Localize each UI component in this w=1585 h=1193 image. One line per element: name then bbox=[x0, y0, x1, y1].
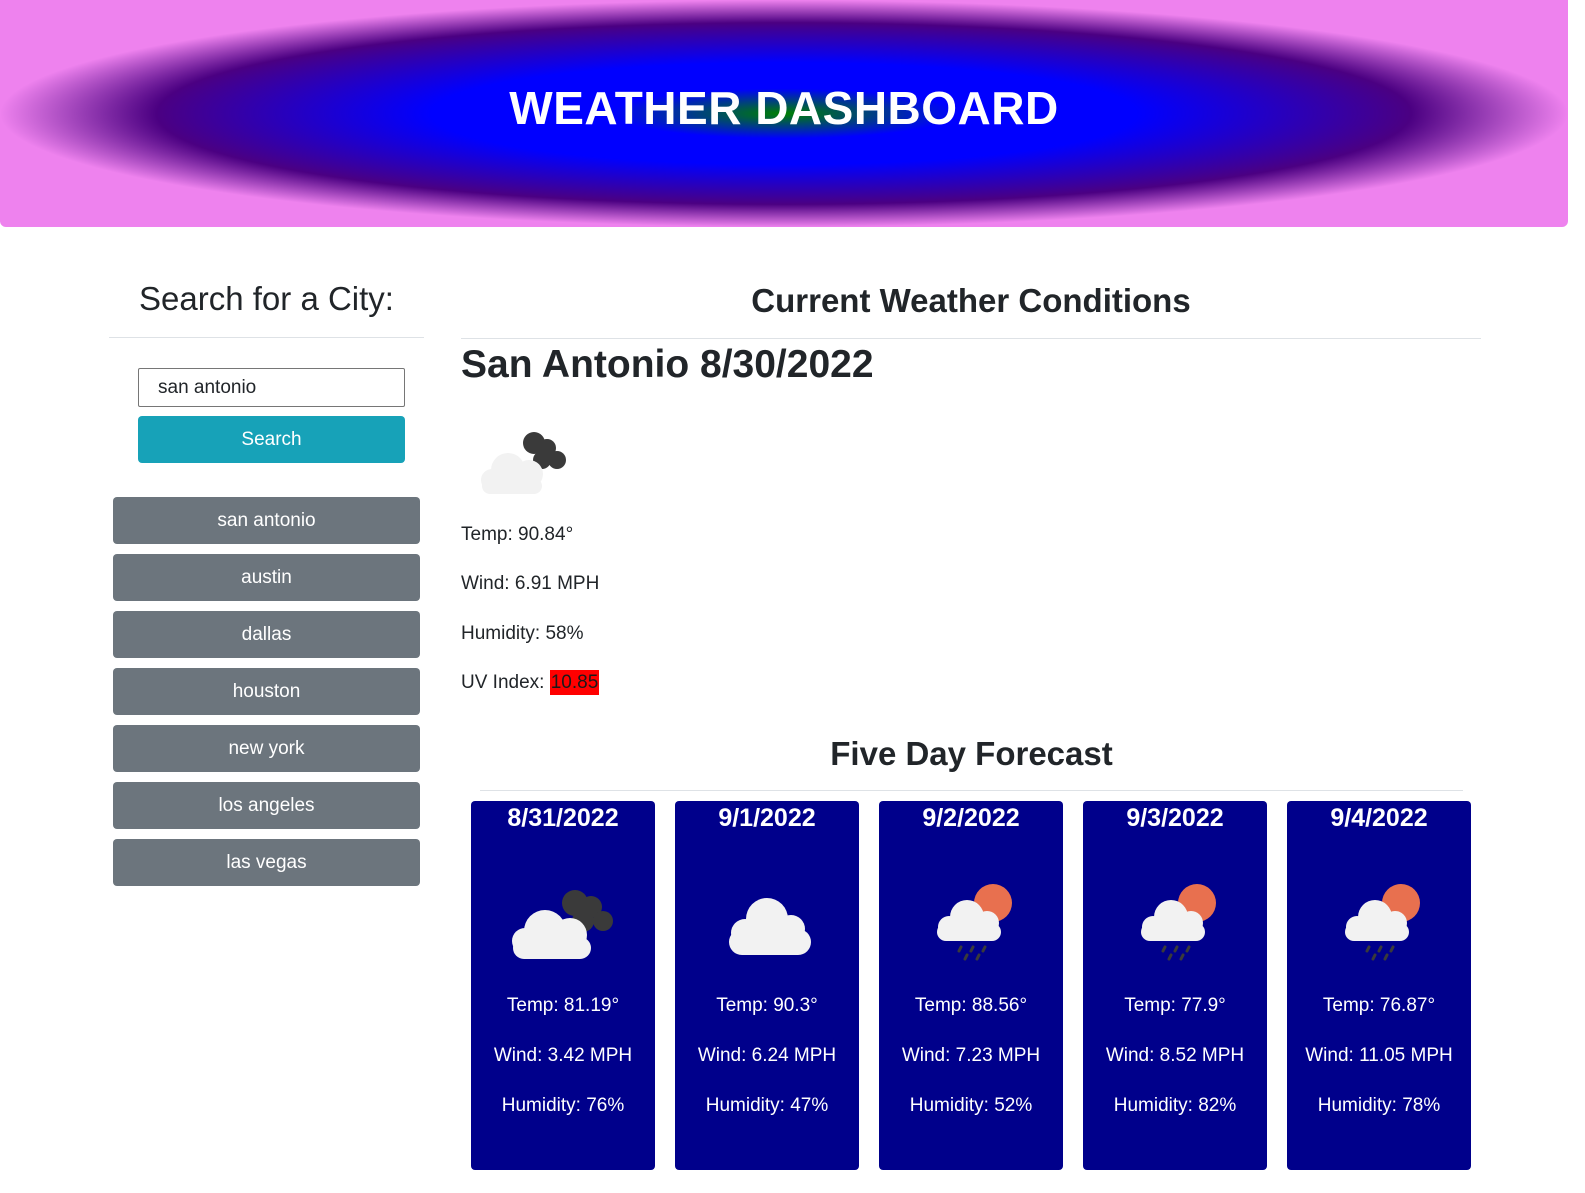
forecast-date: 9/2/2022 bbox=[922, 804, 1020, 832]
history-button-las-vegas[interactable]: las vegas bbox=[113, 839, 420, 886]
current-humidity: Humidity: 58% bbox=[461, 623, 584, 644]
forecast-card: 9/3/2022 Temp: 77.9° Wind: 8.52 MPH Humi… bbox=[1083, 801, 1267, 1170]
search-title: Search for a City: bbox=[139, 280, 394, 317]
divider bbox=[461, 338, 1481, 339]
current-wind: Wind: 6.91 MPH bbox=[461, 573, 600, 594]
forecast-wind: Wind: 8.52 MPH bbox=[1105, 1045, 1245, 1066]
city-search-input[interactable] bbox=[138, 368, 405, 407]
current-city-date: San Antonio 8/30/2022 bbox=[461, 343, 874, 386]
history-button-los-angeles[interactable]: los angeles bbox=[113, 782, 420, 829]
history-button-san-antonio[interactable]: san antonio bbox=[113, 497, 420, 544]
forecast-temp: Temp: 76.87° bbox=[1322, 995, 1436, 1016]
history-button-austin[interactable]: austin bbox=[113, 554, 420, 601]
forecast-date: 9/1/2022 bbox=[718, 804, 816, 832]
forecast-date: 9/3/2022 bbox=[1126, 804, 1224, 832]
forecast-humidity: Humidity: 78% bbox=[1317, 1095, 1441, 1116]
history-button-houston[interactable]: houston bbox=[113, 668, 420, 715]
forecast-card: 9/1/2022 Temp: 90.3° Wind: 6.24 MPH Humi… bbox=[675, 801, 859, 1170]
forecast-temp: Temp: 90.3° bbox=[716, 995, 818, 1016]
forecast-wind: Wind: 7.23 MPH bbox=[901, 1045, 1041, 1066]
broken-clouds-icon bbox=[512, 890, 613, 959]
current-temp: Temp: 90.84° bbox=[461, 524, 574, 545]
forecast-temp: Temp: 88.56° bbox=[914, 995, 1028, 1016]
forecast-temp: Temp: 77.9° bbox=[1124, 995, 1226, 1016]
current-weather-title: Current Weather Conditions bbox=[751, 282, 1191, 319]
rain-sun-icon bbox=[1141, 884, 1216, 961]
forecast-wind: Wind: 11.05 MPH bbox=[1305, 1045, 1453, 1066]
divider bbox=[480, 790, 1463, 791]
forecast-date: 9/4/2022 bbox=[1330, 804, 1428, 832]
forecast-card: 9/4/2022 Temp: 76.87° Wind: 11.05 MPH Hu… bbox=[1287, 801, 1471, 1170]
broken-clouds-icon bbox=[481, 432, 566, 494]
forecast-wind: Wind: 3.42 MPH bbox=[493, 1045, 633, 1066]
forecast-card: 8/31/2022 Temp: 81.19° Wind: 3.42 MPH Hu… bbox=[471, 801, 655, 1170]
current-uv-index: UV Index: 10.85 bbox=[461, 670, 600, 695]
rain-sun-icon bbox=[937, 884, 1012, 961]
cloud-icon bbox=[729, 898, 811, 955]
history-button-new-york[interactable]: new york bbox=[113, 725, 420, 772]
header-banner: WEATHER DASHBOARD bbox=[0, 0, 1568, 227]
history-button-dallas[interactable]: dallas bbox=[113, 611, 420, 658]
forecast-humidity: Humidity: 76% bbox=[501, 1095, 625, 1116]
divider bbox=[109, 337, 424, 338]
uv-value-badge: 10.85 bbox=[549, 670, 600, 695]
forecast-date: 8/31/2022 bbox=[507, 804, 619, 832]
search-history-list: san antonio austin dallas houston new yo… bbox=[113, 497, 420, 896]
forecast-humidity: Humidity: 82% bbox=[1113, 1095, 1237, 1116]
search-button[interactable]: Search bbox=[138, 416, 405, 463]
uv-label: UV Index: bbox=[461, 672, 550, 693]
forecast-humidity: Humidity: 52% bbox=[909, 1095, 1033, 1116]
forecast-title: Five Day Forecast bbox=[830, 735, 1113, 772]
forecast-humidity: Humidity: 47% bbox=[705, 1095, 829, 1116]
forecast-card: 9/2/2022 Temp: 88.56° Wind: 7.23 MPH Hum… bbox=[879, 801, 1063, 1170]
page-title: WEATHER DASHBOARD bbox=[509, 81, 1059, 134]
rain-sun-icon bbox=[1345, 884, 1420, 961]
forecast-temp: Temp: 81.19° bbox=[506, 995, 620, 1016]
forecast-wind: Wind: 6.24 MPH bbox=[697, 1045, 837, 1066]
